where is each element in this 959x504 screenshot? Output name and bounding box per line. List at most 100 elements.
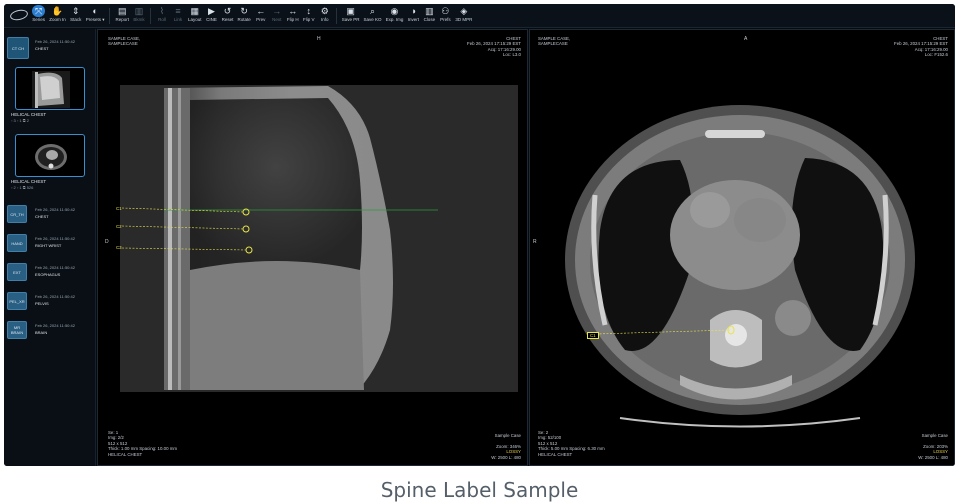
tool-roll-button[interactable]: ⌇ Roll [156,5,168,27]
tool-presets-button[interactable]: ◐ Presets ▾ [86,5,105,27]
study-modality-badge: PEL_XR [7,292,27,310]
tool-stack-button[interactable]: ⇕ Stack [70,5,82,27]
tool-label: Zoom In [49,17,66,22]
scout-thumbnail-image [32,71,70,108]
tool-invert-button[interactable]: ◑ Invert [407,5,419,27]
spine-label-c3[interactable]: C3 [116,245,122,250]
study-name: PELVIS [35,301,49,306]
presets-icon: ◐ [92,6,98,16]
tool-save-ko-button[interactable]: ⌕ Save KO [364,5,382,27]
tool-label: Info [321,17,329,22]
tool-label: Save PR [341,17,360,22]
tool-label: Flip V [303,17,315,22]
tool-label: Save KO [363,17,382,22]
tool-3d-mpr-button[interactable]: ◈ 3D MPR [455,5,472,27]
rotate-icon: ↻ [240,6,248,16]
spine-label-c1[interactable]: C1 [587,332,599,340]
3d-mpr-icon: ◈ [460,6,468,16]
study-date: Feb 26, 2024 11:50:42 [35,236,75,241]
tool-link-button[interactable]: ≡ Link [172,5,184,27]
axial-thumbnail-image [35,144,67,170]
roll-icon: ⌇ [159,6,165,16]
toolbar-separator [150,8,151,24]
tool-layout-button[interactable]: ▦ Layout [188,5,202,27]
tool-cine-button[interactable]: ▶ CINE [206,5,218,27]
tool-save-pr-button[interactable]: ▣ Save PR [342,5,360,27]
tool-label: Bkmk [133,17,145,22]
viewer-app: ⤧ Series ✋ Zoom In ⇕ Stack ◐ Presets ▾ ▤ Report ▥ B… [4,4,955,466]
tool-label: Next [272,17,282,22]
prefs-icon: ⚇ [441,6,450,16]
study-item[interactable]: CT CH Feb 26, 2024 11:50:42 CHEST [7,37,75,59]
tool-label: Rotate [237,17,251,22]
tool-series-button[interactable]: ⤧ Series [32,5,46,27]
lossy-badge: LOSSY [933,449,948,454]
save-ko-icon: ⌕ [370,6,376,16]
tool-bkmk-button[interactable]: ▥ Bkmk [133,5,145,27]
tool-label: Prev [256,17,266,22]
tool-zoom-in-button[interactable]: ✋ Zoom In [49,5,66,27]
tool-label: Exp. Img [385,17,404,22]
viewport-sagittal[interactable]: C1 C2 C3 SAMPLE CASE, SAMPLECASE H CHEST… [97,29,528,466]
tool-flip-v-button[interactable]: ↕ Flip V [303,5,315,27]
lossy-badge: LOSSY [506,449,521,454]
study-item[interactable]: MR BRAIN Feb 26, 2024 11:50:42 BRAIN [7,321,75,339]
next-icon: → [272,6,282,16]
app-logo [8,4,30,26]
tool-report-button[interactable]: ▤ Report [115,5,129,27]
series-thumbnail-axial[interactable] [15,134,85,177]
tool-label: CINE [206,17,217,22]
sagittal-image [120,85,518,392]
toolbar-separator [335,8,337,24]
study-item[interactable]: HAND Feb 26, 2024 11:50:42 RIGHT WRIST [7,234,75,252]
window-level: W: 2500 L: 480 [918,455,948,460]
tool-label: Series [32,17,45,22]
tool-prev-button[interactable]: ← Prev [255,5,267,27]
spine-label-c2[interactable]: C2 [116,224,122,229]
save-pr-icon: ▣ [346,6,355,16]
zoom-info: Sample Case Zoom: 203% [921,433,948,449]
patient-info: SAMPLE CASE, SAMPLECASE [108,36,141,47]
study-name: CHEST [35,46,49,51]
study-modality-badge: EXT [7,263,27,281]
cine-icon: ▶ [208,6,215,16]
toolbar-separator [109,8,111,24]
tool-label: Presets ▾ [85,17,105,22]
flip-v-icon: ↕ [306,6,312,16]
tool-label: Close [423,17,436,22]
study-modality-badge: CR_TH [7,205,27,223]
axial-image [565,105,915,428]
tool-info-button[interactable]: ⚙ Info [319,5,331,27]
study-name: CHEST [35,214,49,219]
spine-label-c1[interactable]: C1 [116,206,122,211]
tool-prefs-button[interactable]: ⚇ Prefs [439,5,451,27]
study-modality-badge: MR BRAIN [7,321,27,339]
study-item[interactable]: CR_TH Feb 26, 2024 11:50:42 CHEST [7,205,75,223]
series-info: Se: 2 Img: 52/100 512 x 512 Thick: 5.00 … [538,430,605,457]
study-name: RIGHT WRIST [35,243,62,248]
study-date: Feb 26, 2024 11:50:42 [35,323,75,328]
study-sidebar: CT CH Feb 26, 2024 11:50:42 CHEST HELICA… [4,29,96,466]
viewport-axial[interactable]: C1 SAMPLE CASE, SAMPLECASE A CHEST Feb 2… [529,29,955,466]
series-thumbnail-scout[interactable] [15,67,85,110]
figure-caption: Spine Label Sample [380,478,579,502]
tool-label: Flip H [286,17,299,22]
study-item[interactable]: EXT Feb 26, 2024 11:50:42 ESOPHAGUS [7,263,75,281]
study-item[interactable]: PEL_XR Feb 26, 2024 11:50:42 PELVIS [7,292,75,310]
tool-rotate-button[interactable]: ↻ Rotate [238,5,251,27]
tool-exp-img-button[interactable]: ◉ Exp. Img [386,5,404,27]
window-level: W: 2500 L: 480 [491,455,521,460]
info-icon: ⚙ [320,6,329,16]
zoom-in-icon: ✋ [51,6,64,16]
tool-close-button[interactable]: ▥ Close [423,5,436,27]
tool-label: Roll [158,17,166,22]
tool-flip-h-button[interactable]: ↔ Flip H [287,5,299,27]
tool-label: Link [173,17,183,22]
thumbnail-series-name: HELICAL CHEST [11,112,47,117]
series-info: Se: 1 Img: 2/2 512 x 512 Thick: 1.00 mm … [108,430,178,457]
tool-next-button[interactable]: → Next [271,5,283,27]
thumbnail-series-name: HELICAL CHEST [11,179,47,184]
tool-label: Prefs [440,17,451,22]
tool-label: Report [115,17,129,22]
tool-reset-button[interactable]: ↺ Reset [222,5,234,27]
